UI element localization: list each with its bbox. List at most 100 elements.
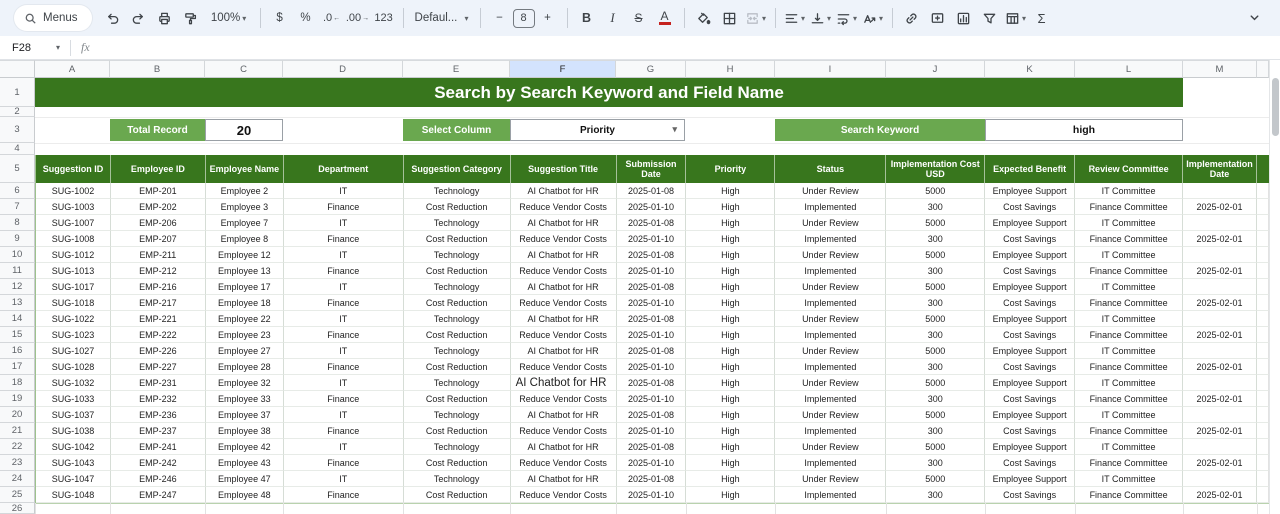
cell[interactable]: EMP-211 — [111, 247, 206, 263]
italic-button[interactable]: I — [601, 6, 625, 30]
cell[interactable]: Reduce Vendor Costs — [511, 455, 617, 471]
cell[interactable] — [1257, 439, 1269, 455]
cell[interactable]: IT — [284, 183, 404, 199]
cell[interactable]: Under Review — [775, 183, 886, 199]
cell[interactable] — [1257, 423, 1269, 439]
cell[interactable]: IT Committee — [1075, 471, 1183, 487]
column-header-D[interactable]: D — [283, 60, 403, 78]
cell[interactable]: Employee 22 — [206, 311, 284, 327]
cell[interactable]: Finance — [284, 391, 404, 407]
cell[interactable]: High — [686, 471, 775, 487]
cell[interactable]: SUG-1012 — [36, 247, 111, 263]
cell[interactable]: Finance Committee — [1075, 359, 1183, 375]
cell[interactable]: 2025-01-08 — [617, 183, 687, 199]
cell[interactable]: Under Review — [775, 215, 886, 231]
table-header-cell[interactable]: Priority — [686, 155, 775, 183]
row-header-4[interactable]: 4 — [0, 143, 35, 155]
cell[interactable]: EMP-242 — [111, 455, 206, 471]
cell[interactable]: 2025-02-01 — [1183, 231, 1257, 247]
cell[interactable]: Technology — [404, 311, 511, 327]
strikethrough-button[interactable]: S — [627, 6, 651, 30]
row-header-20[interactable]: 20 — [0, 407, 35, 423]
cell[interactable]: AI Chatbot for HR — [511, 407, 617, 423]
cell[interactable]: EMP-247 — [111, 487, 206, 503]
cell[interactable]: 2025-01-10 — [617, 327, 687, 343]
text-rotation-button[interactable]: ▾ — [861, 6, 885, 30]
cell[interactable]: High — [686, 407, 775, 423]
cell[interactable]: SUG-1007 — [36, 215, 111, 231]
cell[interactable]: IT Committee — [1075, 215, 1183, 231]
cell[interactable] — [1183, 439, 1257, 455]
cell[interactable]: SUG-1008 — [36, 231, 111, 247]
cell[interactable]: SUG-1032 — [36, 375, 111, 391]
cell[interactable] — [1183, 311, 1257, 327]
cell[interactable]: Reduce Vendor Costs — [511, 199, 617, 215]
cell[interactable]: High — [686, 343, 775, 359]
cell[interactable]: Finance — [284, 327, 404, 343]
total-record-label[interactable]: Total Record — [110, 119, 205, 141]
cell[interactable]: Technology — [404, 343, 511, 359]
cell[interactable]: 2025-01-08 — [617, 279, 687, 295]
fill-color-button[interactable] — [692, 6, 716, 30]
cell[interactable]: Under Review — [775, 471, 886, 487]
row-header-26[interactable]: 26 — [0, 503, 35, 514]
functions-button[interactable]: Σ — [1030, 6, 1054, 30]
search-keyword-value[interactable]: high — [985, 119, 1183, 141]
cell[interactable]: Employee 7 — [206, 215, 284, 231]
cell[interactable]: SUG-1043 — [36, 455, 111, 471]
table-header-cell[interactable]: Suggestion Category — [404, 155, 511, 183]
cell[interactable]: 5000 — [886, 439, 985, 455]
cell[interactable] — [1257, 295, 1269, 311]
cell[interactable]: Employee 2 — [206, 183, 284, 199]
cell[interactable]: AI Chatbot for HR — [511, 471, 617, 487]
cell[interactable] — [1257, 327, 1269, 343]
horizontal-align-button[interactable]: ▾ — [783, 6, 807, 30]
cell[interactable]: Finance Committee — [1075, 199, 1183, 215]
column-header-A[interactable]: A — [35, 60, 110, 78]
cell[interactable]: Implemented — [775, 423, 886, 439]
cell[interactable]: Implemented — [775, 199, 886, 215]
more-formats-button[interactable]: 123 — [372, 6, 396, 30]
cell[interactable] — [1257, 247, 1269, 263]
cell[interactable]: 5000 — [886, 279, 985, 295]
cell[interactable]: Employee Support — [985, 215, 1075, 231]
column-header-L[interactable]: L — [1075, 60, 1183, 78]
cell[interactable]: Employee Support — [985, 439, 1075, 455]
cell[interactable] — [1183, 471, 1257, 487]
cell[interactable]: High — [686, 215, 775, 231]
cell[interactable]: 2025-02-01 — [1183, 263, 1257, 279]
cell[interactable]: SUG-1017 — [36, 279, 111, 295]
cell[interactable]: High — [686, 391, 775, 407]
insert-comment-button[interactable] — [926, 6, 950, 30]
row-header-16[interactable]: 16 — [0, 343, 35, 359]
cell[interactable] — [1257, 359, 1269, 375]
row-header-5[interactable]: 5 — [0, 155, 35, 183]
cell[interactable]: 300 — [886, 199, 985, 215]
cell[interactable]: SUG-1003 — [36, 199, 111, 215]
cell[interactable] — [1257, 391, 1269, 407]
cell[interactable]: EMP-237 — [111, 423, 206, 439]
cell[interactable]: IT Committee — [1075, 279, 1183, 295]
cell[interactable]: 2025-02-01 — [1183, 359, 1257, 375]
cell[interactable]: SUG-1042 — [36, 439, 111, 455]
cell[interactable]: Finance Committee — [1075, 327, 1183, 343]
table-header-cell[interactable]: Implementation Cost USD — [886, 155, 985, 183]
decrease-font-size-button[interactable]: − — [488, 6, 512, 30]
cell[interactable]: Employee Support — [985, 311, 1075, 327]
cell[interactable]: Employee 23 — [206, 327, 284, 343]
cell[interactable]: Finance Committee — [1075, 231, 1183, 247]
cell[interactable]: Cost Savings — [985, 263, 1075, 279]
row-header-6[interactable]: 6 — [0, 183, 35, 199]
cell[interactable]: Reduce Vendor Costs — [511, 295, 617, 311]
cell[interactable]: High — [686, 375, 775, 391]
row-header-9[interactable]: 9 — [0, 231, 35, 247]
select-column-dropdown[interactable]: Priority ▾ — [510, 119, 685, 141]
cell[interactable]: 2025-02-01 — [1183, 391, 1257, 407]
cell[interactable]: 2025-01-08 — [617, 311, 687, 327]
row-header-10[interactable]: 10 — [0, 247, 35, 263]
cell[interactable]: IT — [284, 375, 404, 391]
cell[interactable]: Technology — [404, 247, 511, 263]
total-record-value[interactable]: 20 — [205, 119, 283, 141]
row-header-1[interactable]: 1 — [0, 78, 35, 107]
cell[interactable]: Employee 28 — [206, 359, 284, 375]
